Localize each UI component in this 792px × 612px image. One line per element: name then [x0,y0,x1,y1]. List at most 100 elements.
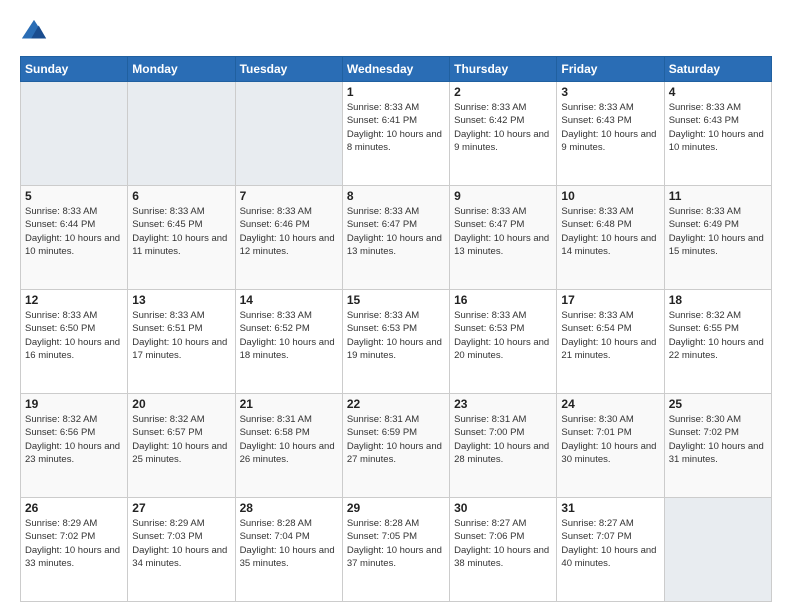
calendar-week-row: 26Sunrise: 8:29 AM Sunset: 7:02 PM Dayli… [21,498,772,602]
day-number: 1 [347,85,445,99]
calendar-cell: 13 Sunrise: 8:33 AM Sunset: 6:51 PM Dayli… [128,290,235,394]
calendar-cell: 16 Sunrise: 8:33 AM Sunset: 6:53 PM Dayli… [450,290,557,394]
day-info: Sunrise: 8:27 AM Sunset: 7:07 PM Dayligh… [561,517,659,570]
calendar-cell: 30Sunrise: 8:27 AM Sunset: 7:06 PM Dayli… [450,498,557,602]
day-info: Sunrise: 8:29 AM Sunset: 7:03 PM Dayligh… [132,517,230,570]
calendar-cell: 8 Sunrise: 8:33 AM Sunset: 6:47 PM Daylig… [342,186,449,290]
calendar-table: SundayMondayTuesdayWednesdayThursdayFrid… [20,56,772,602]
day-info: Sunrise: 8:33 AM Sunset: 6:43 PM Dayligh… [561,101,659,154]
calendar-cell: 22 Sunrise: 8:31 AM Sunset: 6:59 PM Dayli… [342,394,449,498]
day-number: 8 [347,189,445,203]
day-info: Sunrise: 8:31 AM Sunset: 7:00 PM Dayligh… [454,413,552,466]
day-info: Sunrise: 8:33 AM Sunset: 6:53 PM Dayligh… [347,309,445,362]
calendar-cell: 28 Sunrise: 8:28 AM Sunset: 7:04 PM Dayli… [235,498,342,602]
day-number: 19 [25,397,123,411]
day-number: 23 [454,397,552,411]
day-info: Sunrise: 8:33 AM Sunset: 6:54 PM Dayligh… [561,309,659,362]
calendar-week-row: 12Sunrise: 8:33 AM Sunset: 6:50 PM Dayli… [21,290,772,394]
page: SundayMondayTuesdayWednesdayThursdayFrid… [0,0,792,612]
calendar-cell: 17 Sunrise: 8:33 AM Sunset: 6:54 PM Dayli… [557,290,664,394]
day-info: Sunrise: 8:32 AM Sunset: 6:57 PM Dayligh… [132,413,230,466]
weekday-header-row: SundayMondayTuesdayWednesdayThursdayFrid… [21,57,772,82]
day-info: Sunrise: 8:28 AM Sunset: 7:04 PM Dayligh… [240,517,338,570]
day-info: Sunrise: 8:33 AM Sunset: 6:49 PM Dayligh… [669,205,767,258]
day-info: Sunrise: 8:33 AM Sunset: 6:51 PM Dayligh… [132,309,230,362]
day-info: Sunrise: 8:31 AM Sunset: 6:58 PM Dayligh… [240,413,338,466]
day-number: 15 [347,293,445,307]
calendar-cell: 7Sunrise: 8:33 AM Sunset: 6:46 PM Daylig… [235,186,342,290]
calendar-cell: 14Sunrise: 8:33 AM Sunset: 6:52 PM Dayli… [235,290,342,394]
calendar-cell [21,82,128,186]
day-info: Sunrise: 8:33 AM Sunset: 6:43 PM Dayligh… [669,101,767,154]
day-info: Sunrise: 8:31 AM Sunset: 6:59 PM Dayligh… [347,413,445,466]
weekday-header-cell: Sunday [21,57,128,82]
day-number: 31 [561,501,659,515]
weekday-header-cell: Wednesday [342,57,449,82]
calendar-cell: 21 Sunrise: 8:31 AM Sunset: 6:58 PM Dayli… [235,394,342,498]
calendar-cell [664,498,771,602]
day-number: 5 [25,189,123,203]
day-number: 10 [561,189,659,203]
day-info: Sunrise: 8:32 AM Sunset: 6:55 PM Dayligh… [669,309,767,362]
day-number: 20 [132,397,230,411]
day-number: 7 [240,189,338,203]
day-info: Sunrise: 8:30 AM Sunset: 7:01 PM Dayligh… [561,413,659,466]
calendar-week-row: 5 Sunrise: 8:33 AM Sunset: 6:44 PM Daylig… [21,186,772,290]
day-number: 29 [347,501,445,515]
day-number: 13 [132,293,230,307]
logo-icon [20,18,48,46]
day-info: Sunrise: 8:33 AM Sunset: 6:42 PM Dayligh… [454,101,552,154]
day-number: 28 [240,501,338,515]
calendar-cell: 11 Sunrise: 8:33 AM Sunset: 6:49 PM Dayli… [664,186,771,290]
calendar-cell: 15 Sunrise: 8:33 AM Sunset: 6:53 PM Dayli… [342,290,449,394]
day-number: 2 [454,85,552,99]
calendar-cell: 25 Sunrise: 8:30 AM Sunset: 7:02 PM Dayli… [664,394,771,498]
calendar-cell [128,82,235,186]
day-number: 27 [132,501,230,515]
day-info: Sunrise: 8:30 AM Sunset: 7:02 PM Dayligh… [669,413,767,466]
day-info: Sunrise: 8:33 AM Sunset: 6:41 PM Dayligh… [347,101,445,154]
day-info: Sunrise: 8:28 AM Sunset: 7:05 PM Dayligh… [347,517,445,570]
calendar-cell: 27 Sunrise: 8:29 AM Sunset: 7:03 PM Dayli… [128,498,235,602]
calendar-cell: 3Sunrise: 8:33 AM Sunset: 6:43 PM Daylig… [557,82,664,186]
day-number: 6 [132,189,230,203]
day-number: 9 [454,189,552,203]
calendar-cell: 5 Sunrise: 8:33 AM Sunset: 6:44 PM Daylig… [21,186,128,290]
day-info: Sunrise: 8:29 AM Sunset: 7:02 PM Dayligh… [25,517,123,570]
calendar-cell: 12Sunrise: 8:33 AM Sunset: 6:50 PM Dayli… [21,290,128,394]
day-info: Sunrise: 8:33 AM Sunset: 6:48 PM Dayligh… [561,205,659,258]
calendar-cell: 26Sunrise: 8:29 AM Sunset: 7:02 PM Dayli… [21,498,128,602]
day-info: Sunrise: 8:33 AM Sunset: 6:52 PM Dayligh… [240,309,338,362]
calendar-cell: 4Sunrise: 8:33 AM Sunset: 6:43 PM Daylig… [664,82,771,186]
day-number: 11 [669,189,767,203]
calendar-cell: 23 Sunrise: 8:31 AM Sunset: 7:00 PM Dayli… [450,394,557,498]
weekday-header-cell: Friday [557,57,664,82]
calendar-cell [235,82,342,186]
day-number: 17 [561,293,659,307]
calendar-week-row: 19 Sunrise: 8:32 AM Sunset: 6:56 PM Dayli… [21,394,772,498]
calendar-cell: 10 Sunrise: 8:33 AM Sunset: 6:48 PM Dayli… [557,186,664,290]
day-number: 22 [347,397,445,411]
weekday-header-cell: Thursday [450,57,557,82]
calendar-cell: 24Sunrise: 8:30 AM Sunset: 7:01 PM Dayli… [557,394,664,498]
weekday-header-cell: Saturday [664,57,771,82]
logo [20,18,52,46]
day-number: 25 [669,397,767,411]
day-info: Sunrise: 8:27 AM Sunset: 7:06 PM Dayligh… [454,517,552,570]
day-info: Sunrise: 8:33 AM Sunset: 6:47 PM Dayligh… [347,205,445,258]
day-info: Sunrise: 8:33 AM Sunset: 6:45 PM Dayligh… [132,205,230,258]
header [20,18,772,46]
calendar-cell: 20 Sunrise: 8:32 AM Sunset: 6:57 PM Dayli… [128,394,235,498]
weekday-header-cell: Monday [128,57,235,82]
calendar-cell: 6 Sunrise: 8:33 AM Sunset: 6:45 PM Daylig… [128,186,235,290]
calendar-week-row: 1 Sunrise: 8:33 AM Sunset: 6:41 PM Daylig… [21,82,772,186]
day-number: 21 [240,397,338,411]
day-info: Sunrise: 8:33 AM Sunset: 6:47 PM Dayligh… [454,205,552,258]
calendar-cell: 31 Sunrise: 8:27 AM Sunset: 7:07 PM Dayli… [557,498,664,602]
day-info: Sunrise: 8:33 AM Sunset: 6:53 PM Dayligh… [454,309,552,362]
day-number: 16 [454,293,552,307]
day-info: Sunrise: 8:33 AM Sunset: 6:44 PM Dayligh… [25,205,123,258]
calendar-cell: 29 Sunrise: 8:28 AM Sunset: 7:05 PM Dayli… [342,498,449,602]
day-info: Sunrise: 8:32 AM Sunset: 6:56 PM Dayligh… [25,413,123,466]
day-info: Sunrise: 8:33 AM Sunset: 6:50 PM Dayligh… [25,309,123,362]
